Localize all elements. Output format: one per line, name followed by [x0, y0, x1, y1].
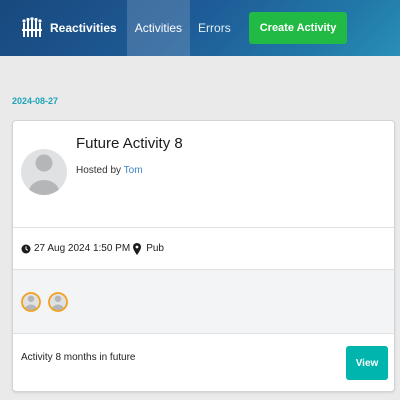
activity-header: Future Activity 8 Hosted by Tom	[13, 121, 394, 227]
activity-description: Activity 8 months in future	[21, 352, 136, 363]
activity-datetime: 27 Aug 2024 1:50 PM	[21, 243, 130, 254]
view-button[interactable]: View	[346, 346, 388, 380]
venue-text: Pub	[146, 243, 164, 254]
user-avatar-icon	[21, 149, 67, 195]
nav-item-activities[interactable]: Activities	[126, 0, 191, 56]
logo-icon	[20, 17, 42, 39]
activity-title[interactable]: Future Activity 8	[76, 135, 183, 152]
datetime-text: 27 Aug 2024 1:50 PM	[34, 243, 131, 254]
attendee-avatar[interactable]	[21, 286, 41, 323]
map-marker-icon	[133, 242, 144, 255]
navbar: Reactivities Activities Errors Create Ac…	[0, 0, 400, 56]
activity-venue: Pub	[133, 242, 164, 255]
date-group-header: 2024-08-27	[12, 96, 59, 106]
activity-card: Future Activity 8 Hosted by Tom 27 Aug 2…	[12, 120, 395, 392]
brand-name: Reactivities	[50, 21, 117, 35]
attendee-avatar[interactable]	[48, 286, 68, 323]
clock-icon	[21, 244, 34, 254]
host-avatar	[21, 134, 67, 215]
create-activity-button[interactable]: Create Activity	[248, 12, 348, 44]
user-avatar-icon	[48, 292, 68, 312]
hosted-by: Hosted by Tom	[76, 165, 143, 176]
attendee-list	[13, 269, 394, 333]
activity-footer: Activity 8 months in future View	[13, 333, 394, 391]
host-link[interactable]: Tom	[124, 165, 143, 176]
hosted-by-label: Hosted by	[76, 165, 122, 176]
brand-link[interactable]: Reactivities	[0, 0, 127, 56]
user-avatar-icon	[21, 292, 41, 312]
nav-item-errors[interactable]: Errors	[190, 0, 239, 56]
activity-details: 27 Aug 2024 1:50 PM Pub	[13, 227, 394, 269]
